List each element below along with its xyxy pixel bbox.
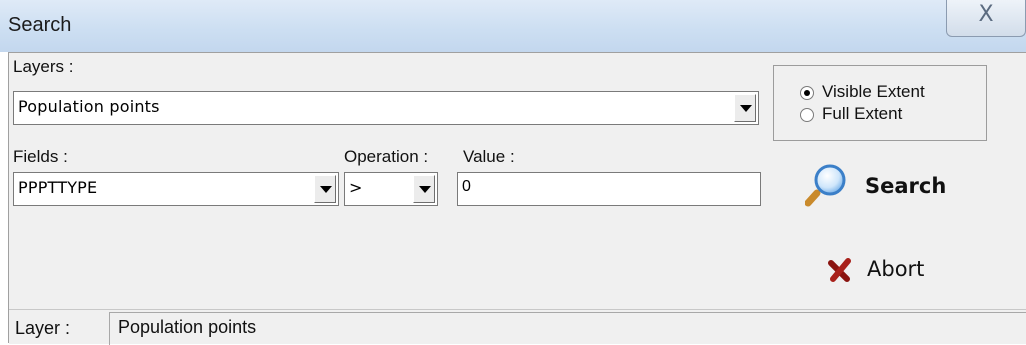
layers-selected-value: Population points: [18, 97, 160, 116]
abort-label: Abort: [867, 257, 925, 281]
operation-dropdown[interactable]: >: [344, 172, 438, 206]
fields-dropdown-arrow-icon[interactable]: [314, 175, 336, 203]
status-layer-cell: Population points: [109, 312, 1026, 345]
value-input[interactable]: 0: [457, 172, 761, 206]
layers-label: Layers :: [13, 57, 74, 76]
close-button[interactable]: X: [946, 0, 1026, 37]
magnifier-icon: [805, 164, 846, 207]
fields-label: Fields :: [13, 147, 68, 166]
operation-dropdown-arrow-icon[interactable]: [413, 175, 435, 203]
full-extent-radio[interactable]: [800, 108, 814, 122]
title-bar: Search X: [0, 0, 1026, 52]
value-input-text: 0: [462, 178, 471, 195]
visible-extent-radio[interactable]: [800, 86, 814, 100]
fields-selected-value: PPPTTYPE: [18, 178, 98, 197]
full-extent-label: Full Extent: [822, 104, 903, 123]
fields-dropdown[interactable]: PPPTTYPE: [13, 172, 339, 206]
red-x-icon: [828, 258, 851, 282]
layers-dropdown-arrow-icon[interactable]: [734, 94, 756, 122]
visible-extent-label: Visible Extent: [822, 82, 925, 101]
value-label: Value :: [463, 147, 515, 166]
status-bar: Layer : Population points: [9, 309, 1026, 345]
operation-label: Operation :: [344, 147, 429, 166]
status-layer-label: Layer :: [15, 318, 71, 338]
search-label: Search: [865, 174, 947, 198]
search-panel: Layers : Population points Fields : PPPT…: [8, 52, 1026, 345]
status-layer-value: Population points: [118, 317, 257, 337]
operation-selected-value: >: [349, 178, 363, 197]
layers-dropdown[interactable]: Population points: [13, 91, 759, 125]
search-button[interactable]: Search: [805, 161, 985, 211]
close-icon: X: [978, 2, 994, 27]
abort-button[interactable]: Abort: [827, 249, 967, 289]
window-title: Search: [8, 14, 72, 36]
extent-group: Visible Extent Full Extent: [773, 65, 987, 141]
